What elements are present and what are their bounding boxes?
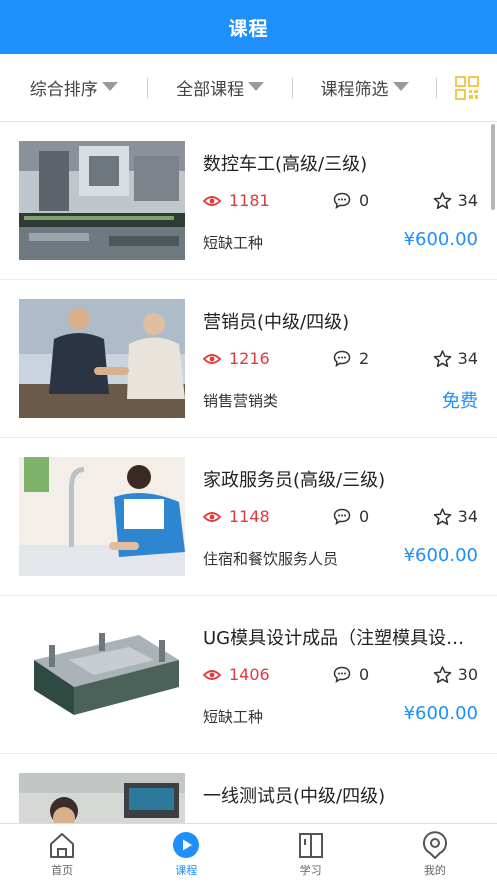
course-category: 住宿和餐饮服务人员	[203, 550, 339, 568]
view-count: 1216	[203, 349, 270, 368]
view-count: 1181	[203, 191, 270, 210]
star-count-value: 30	[457, 665, 478, 684]
course-thumbnail	[19, 141, 185, 260]
star-icon	[433, 349, 451, 367]
comment-count-value: 2	[359, 349, 370, 368]
course-price: ¥600.00	[403, 229, 478, 250]
course-item[interactable]: 营销员(中级/四级) 1216 2 34 销售营销类 免费	[0, 280, 497, 438]
star-count: 34	[433, 349, 478, 368]
course-thumbnail	[19, 773, 185, 823]
tab-study-label: 学习	[299, 864, 322, 877]
bottom-tab-bar: 首页 课程 学习 我的	[0, 823, 497, 883]
star-icon	[433, 191, 451, 209]
comment-icon	[333, 666, 351, 683]
star-count: 30	[433, 665, 478, 684]
all-courses-filter[interactable]: 全部课程	[148, 54, 291, 121]
comment-count-value: 0	[359, 507, 370, 526]
comment-icon	[333, 350, 351, 367]
triangle-down-icon	[248, 82, 265, 91]
scrollbar[interactable]	[491, 124, 495, 210]
comment-count: 0	[333, 507, 369, 526]
course-category: 销售营销类	[203, 392, 279, 410]
sort-filter[interactable]: 综合排序	[0, 54, 147, 121]
eye-icon	[203, 353, 221, 364]
course-item[interactable]: 家政服务员(高级/三级) 1148 0 34 住宿和餐饮服务人员 ¥600.00	[0, 438, 497, 596]
course-title: 一线测试员(中级/四级)	[203, 786, 386, 807]
tab-mine[interactable]: 我的	[373, 824, 497, 883]
filter-bar: 综合排序 全部课程 课程筛选	[0, 54, 497, 122]
star-count: 34	[433, 507, 478, 526]
course-title: 数控车工(高级/三级)	[203, 154, 368, 175]
page-title: 课程	[228, 17, 269, 40]
home-icon	[50, 833, 75, 858]
course-screen-filter-label: 课程筛选	[320, 80, 389, 100]
view-count-value: 1181	[229, 191, 270, 210]
app-header: 课程	[0, 0, 497, 54]
course-title: 营销员(中级/四级)	[203, 312, 350, 333]
star-icon	[433, 665, 451, 683]
eye-icon	[203, 669, 221, 680]
course-item[interactable]: UG模具设计成品（注塑模具设计） 1406 0 30 短缺工种 ¥600.00	[0, 596, 497, 754]
tab-home[interactable]: 首页	[0, 824, 124, 883]
star-count: 34	[433, 191, 478, 210]
play-icon	[173, 832, 200, 858]
all-courses-filter-label: 全部课程	[176, 80, 245, 100]
course-category: 短缺工种	[203, 234, 264, 252]
course-price: ¥600.00	[403, 703, 478, 724]
course-thumbnail	[19, 457, 185, 576]
course-item[interactable]: 一线测试员(中级/四级)	[0, 754, 497, 823]
comment-icon	[333, 508, 351, 525]
course-price: 免费	[442, 391, 478, 412]
qr-code-icon	[455, 75, 480, 100]
course-title: UG模具设计成品（注塑模具设计）	[203, 628, 475, 649]
view-count-value: 1406	[229, 665, 270, 684]
view-count: 1148	[203, 507, 270, 526]
comment-icon	[333, 192, 351, 209]
comment-count: 0	[333, 191, 369, 210]
star-count-value: 34	[457, 507, 478, 526]
course-title: 家政服务员(高级/三级)	[203, 470, 386, 491]
course-category: 短缺工种	[203, 708, 264, 726]
course-screen-filter[interactable]: 课程筛选	[293, 54, 436, 121]
tab-courses[interactable]: 课程	[124, 824, 248, 883]
tab-mine-label: 我的	[423, 864, 446, 877]
star-count-value: 34	[457, 349, 478, 368]
tab-home-label: 首页	[51, 864, 74, 877]
view-count-value: 1216	[229, 349, 270, 368]
eye-icon	[203, 511, 221, 522]
eye-icon	[203, 195, 221, 206]
comment-count: 0	[333, 665, 369, 684]
comment-count-value: 0	[359, 665, 370, 684]
book-icon	[298, 833, 323, 858]
star-icon	[433, 507, 451, 525]
comment-count: 2	[333, 349, 369, 368]
star-count-value: 34	[457, 191, 478, 210]
course-list: 数控车工(高级/三级) 1181 0 34 短缺工种 ¥600.00 营销员(中…	[0, 122, 497, 823]
sort-filter-label: 综合排序	[29, 80, 98, 100]
view-count: 1406	[203, 665, 270, 684]
course-price: ¥600.00	[403, 545, 478, 566]
tab-study[interactable]: 学习	[249, 824, 373, 883]
comment-count-value: 0	[359, 191, 370, 210]
view-count-value: 1148	[229, 507, 270, 526]
tab-courses-label: 课程	[175, 864, 198, 877]
qr-code-button[interactable]	[437, 54, 497, 121]
triangle-down-icon	[101, 82, 118, 91]
triangle-down-icon	[392, 82, 409, 91]
profile-icon	[422, 831, 447, 859]
course-thumbnail	[19, 615, 185, 734]
course-item[interactable]: 数控车工(高级/三级) 1181 0 34 短缺工种 ¥600.00	[0, 122, 497, 280]
course-thumbnail	[19, 299, 185, 418]
